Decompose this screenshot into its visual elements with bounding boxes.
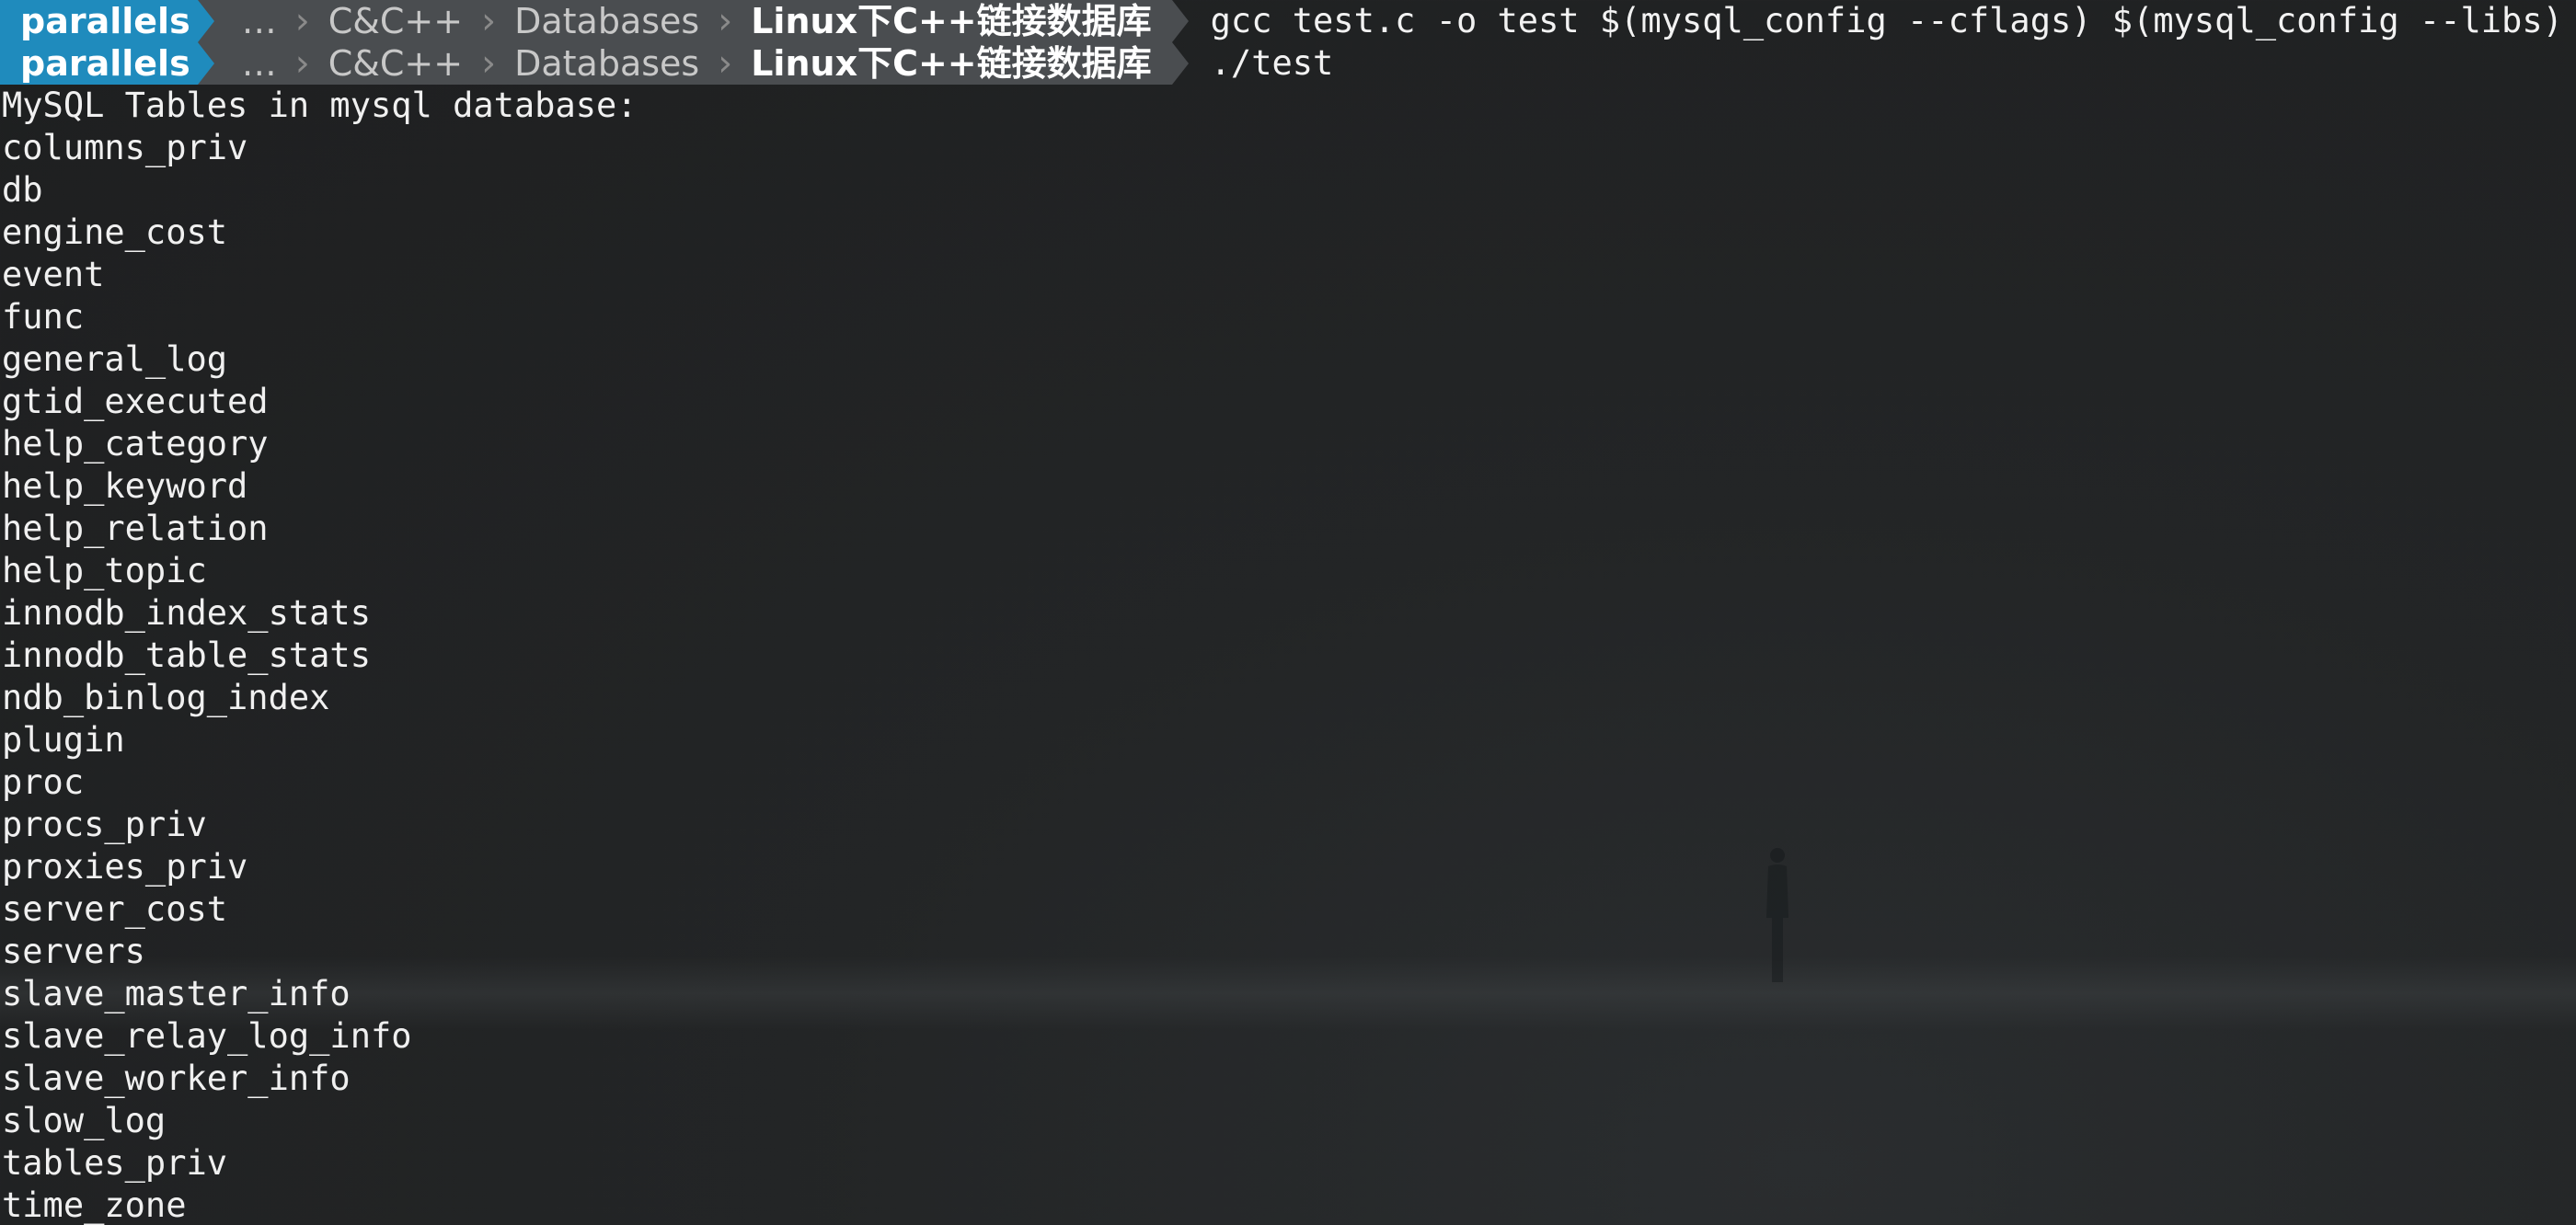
output-line: proxies_priv [2, 847, 248, 887]
prompt-arrow-icon [1171, 42, 1189, 85]
chevron-right-icon: › [718, 0, 733, 42]
output-line: gtid_executed [2, 382, 269, 421]
output-line: slave_worker_info [2, 1059, 351, 1098]
output-line: engine_cost [2, 212, 228, 252]
output-line: proc [2, 762, 85, 802]
output-line: general_log [2, 339, 228, 379]
path-ellipsis: … [241, 43, 277, 84]
chevron-right-icon: › [481, 42, 497, 85]
command-text: gcc test.c -o test $(mysql_config --cfla… [1210, 1, 2563, 40]
chevron-right-icon: › [294, 0, 310, 42]
prompt-arrow-icon [1171, 0, 1189, 42]
path-part: Databases [514, 1, 700, 41]
prompt-arrow-icon [197, 42, 214, 85]
path-part: C&C++ [328, 1, 464, 41]
output-line: innodb_index_stats [2, 593, 371, 633]
chevron-right-icon: › [294, 42, 310, 85]
chevron-right-icon: › [718, 42, 733, 85]
output-line: help_category [2, 424, 269, 464]
output-line: plugin [2, 720, 125, 760]
output-line: ndb_binlog_index [2, 678, 330, 717]
output-line: slow_log [2, 1101, 167, 1140]
prompt-user-segment: parallels [0, 42, 198, 85]
path-part: C&C++ [328, 43, 464, 84]
output-line: help_keyword [2, 466, 248, 506]
path-ellipsis: … [241, 1, 277, 41]
output-line: db [2, 170, 43, 210]
output-line: help_topic [2, 551, 207, 590]
output-line: servers [2, 932, 145, 971]
command-text: ./test [1210, 43, 1334, 83]
path-current-dir: Linux下C++链接数据库 [751, 43, 1152, 84]
output-line: func [2, 297, 85, 337]
prompt-user-segment: parallels [0, 0, 198, 42]
prompt-path-segment: … › C&C++ › Databases › Linux下C++链接数据库 [213, 0, 1172, 42]
path-part: Databases [514, 43, 700, 84]
chevron-right-icon: › [481, 0, 497, 42]
table-list: columns_priv db engine_cost event func g… [0, 127, 2576, 1225]
output-line: server_cost [2, 889, 228, 929]
prompt-line-1: parallels … › C&C++ › Databases › Linux下… [0, 0, 2576, 42]
output-line: slave_master_info [2, 974, 351, 1013]
output-line: event [2, 255, 105, 294]
prompt-arrow-icon [197, 0, 214, 42]
output-line: time_zone [2, 1185, 187, 1225]
prompt-line-2: parallels … › C&C++ › Databases › Linux下… [0, 42, 2576, 85]
output-line: innodb_table_stats [2, 635, 371, 675]
path-current-dir: Linux下C++链接数据库 [751, 1, 1152, 41]
output-line: tables_priv [2, 1143, 228, 1183]
output-header: MySQL Tables in mysql database: [2, 86, 638, 125]
output-line: slave_relay_log_info [2, 1016, 412, 1056]
terminal-window[interactable]: parallels … › C&C++ › Databases › Linux下… [0, 0, 2576, 1225]
output-line: help_relation [2, 509, 269, 548]
prompt-path-segment: … › C&C++ › Databases › Linux下C++链接数据库 [213, 42, 1172, 85]
output-line: columns_priv [2, 128, 248, 167]
output-line: procs_priv [2, 805, 207, 844]
